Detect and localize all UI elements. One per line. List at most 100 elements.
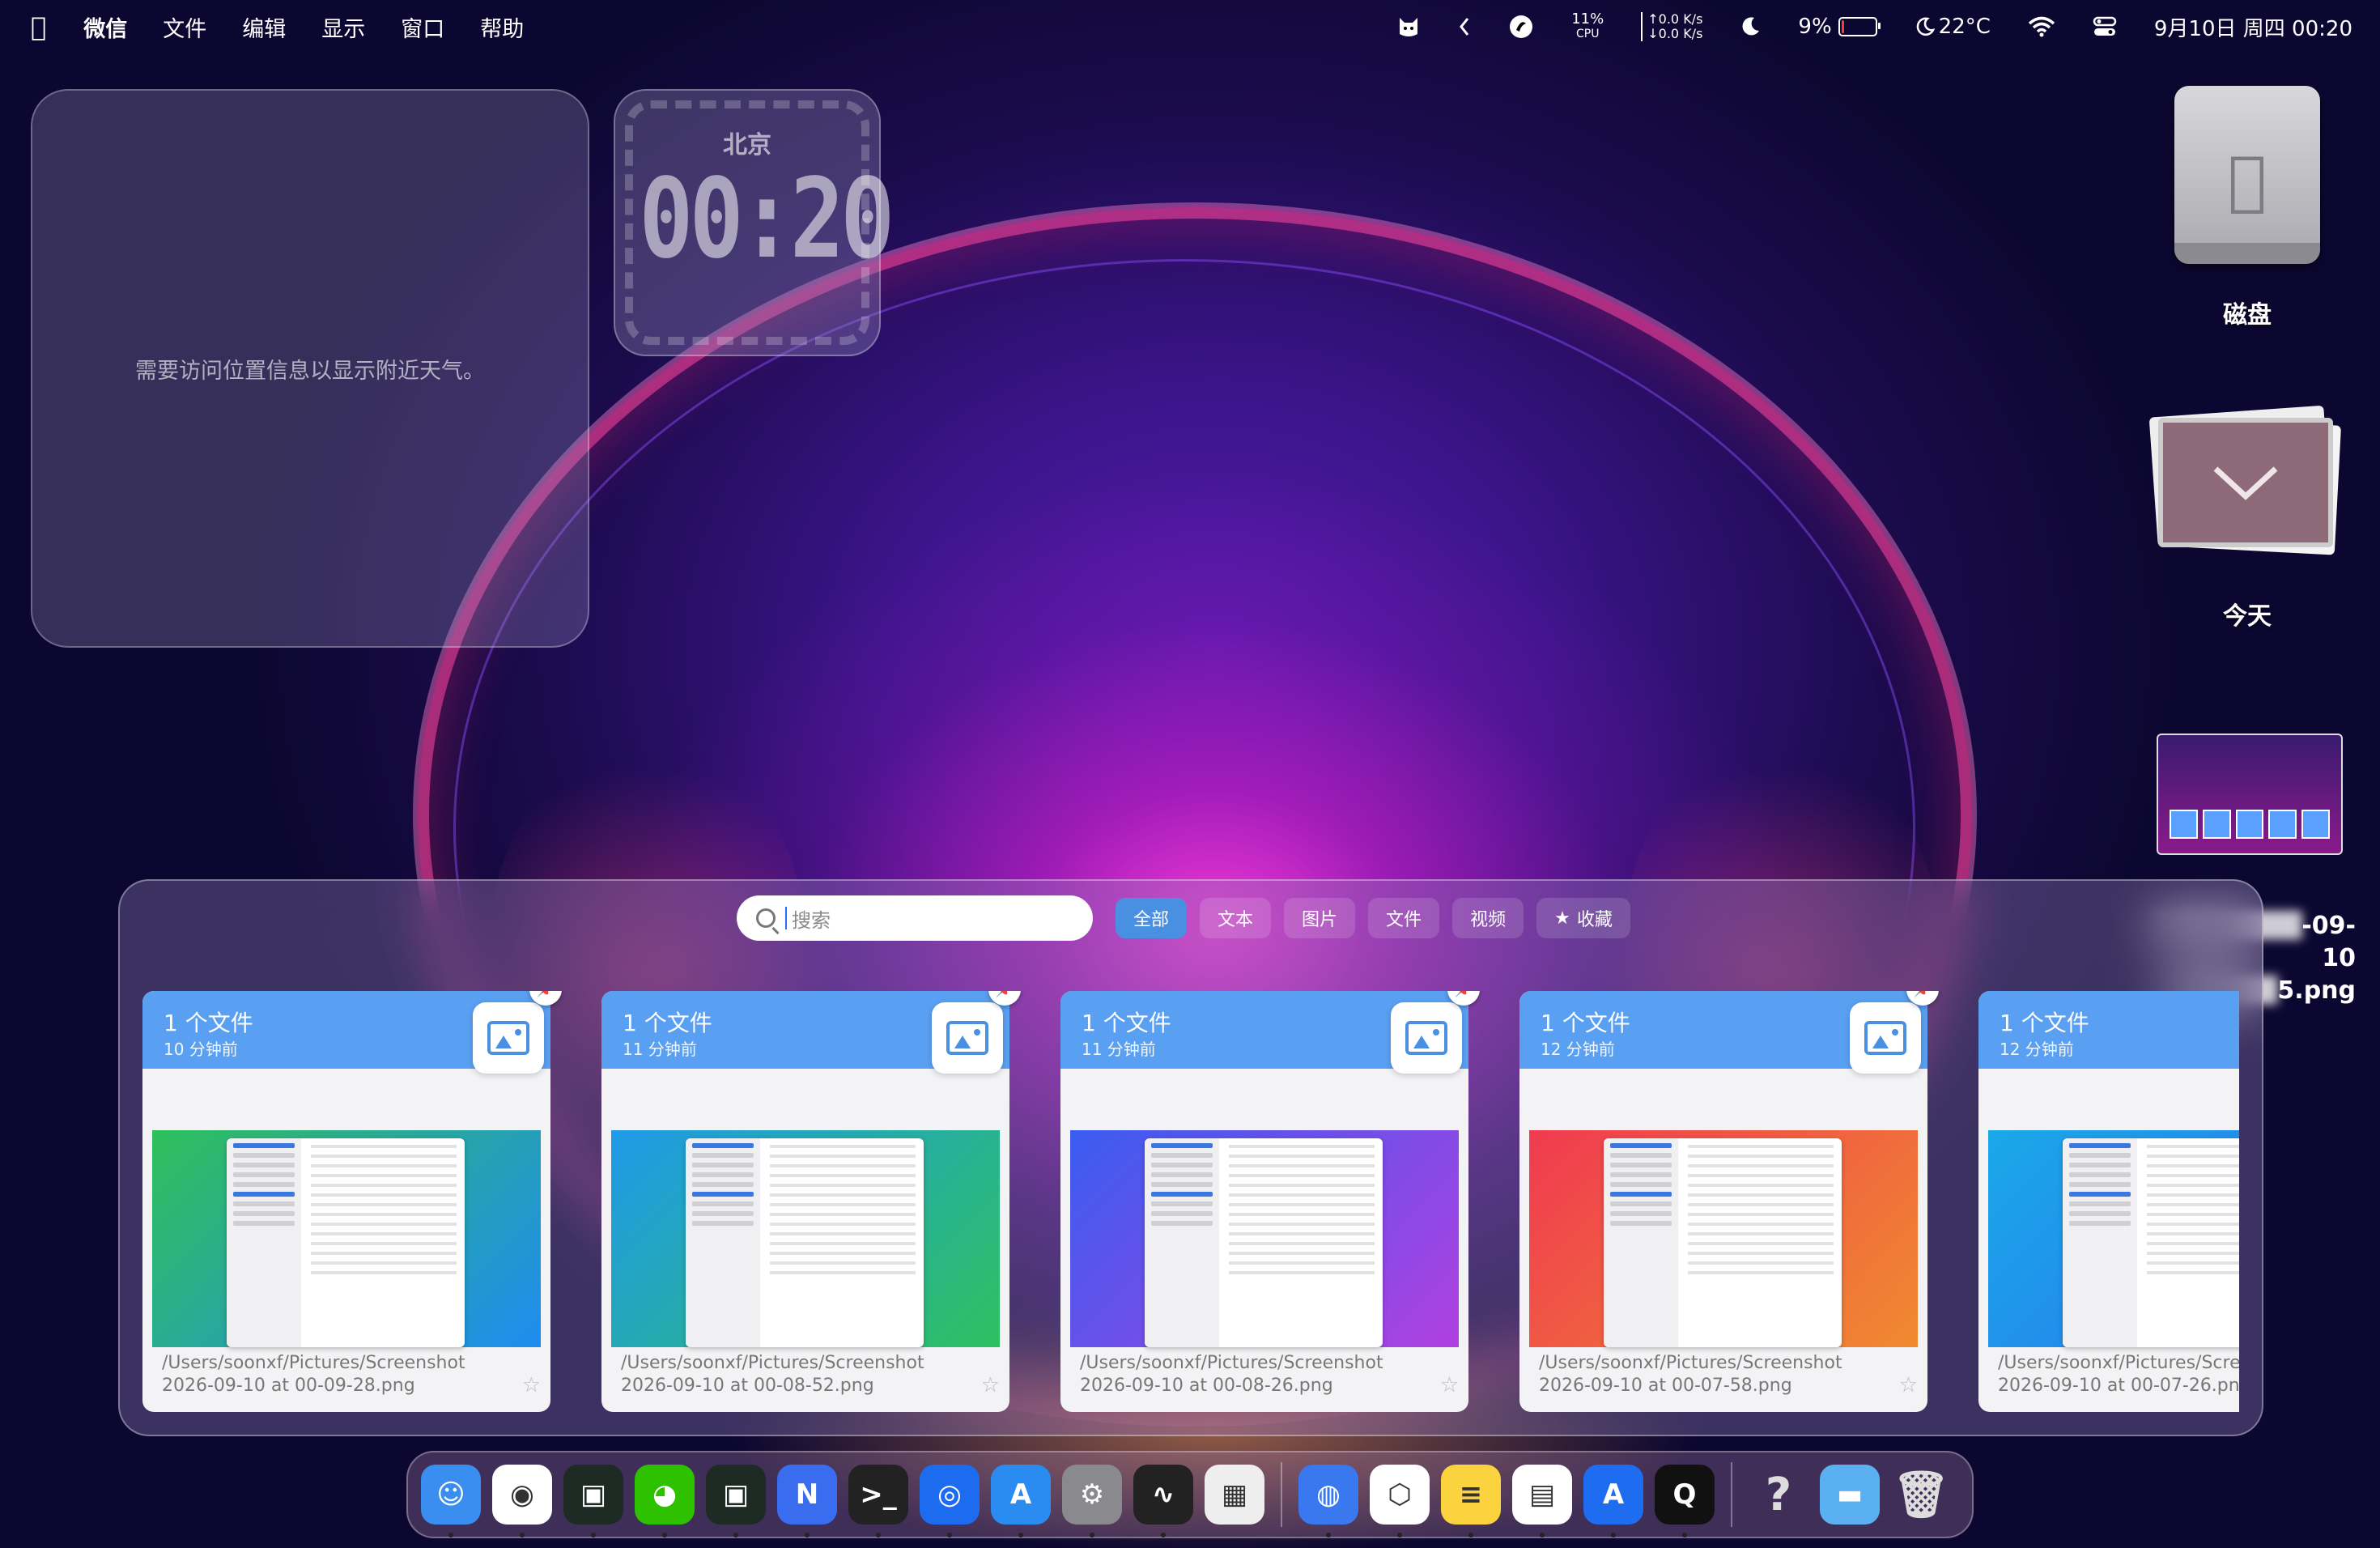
running-indicator (520, 1533, 525, 1537)
search-input[interactable]: 搜索 (737, 895, 1093, 941)
menu-edit[interactable]: 编辑 (242, 11, 286, 43)
screenshot-thumbnail (1988, 1130, 2239, 1347)
dock: ☺ ◉ ▣ ◕ ▣ N >_ ◎ A ⚙ ∿ ▦ ◍ ⬡ ≡ ▤ A Q? ▬ 🗑 (406, 1451, 1974, 1538)
battery-status[interactable]: 9% (1798, 15, 1881, 39)
card-time: 12 分钟前 (2000, 1040, 2074, 1059)
terminal-app-icon[interactable]: ▣ (563, 1465, 623, 1537)
favorite-star-icon[interactable]: ☆ (522, 1373, 541, 1397)
desktop-stack-today[interactable]: 今天 (2148, 405, 2342, 632)
finder-icon[interactable]: ☺ (421, 1465, 481, 1537)
running-indicator (1468, 1533, 1473, 1537)
menu-bar:  微信 文件 编辑 显示 窗口 帮助 11% CPU ↑0.0 K/s ↓0.… (0, 0, 2380, 53)
filter-chip[interactable]: 图片 (1284, 898, 1356, 938)
help-icon[interactable]: ? (1749, 1465, 1808, 1525)
card-title: 1 个文件 (1541, 1010, 1630, 1036)
launchpad-icon[interactable]: ▦ (1205, 1465, 1264, 1525)
weather-status[interactable]: 22°C (1915, 15, 1991, 39)
hexagon-app-icon[interactable]: ⬡ (1370, 1465, 1430, 1537)
screenshot-thumbnail (611, 1130, 1000, 1347)
terminal-icon[interactable]: >_ (848, 1465, 908, 1537)
running-indicator (947, 1533, 952, 1537)
weather-widget[interactable]: 需要访问位置信息以显示附近天气。 (31, 89, 589, 648)
folder-icon[interactable]: ▬ (1820, 1465, 1880, 1525)
running-indicator (805, 1533, 810, 1537)
clipboard-item-card[interactable]: 1 个文件 12 分钟前 /Users/soonxf/Pictures/Scre… (1978, 991, 2239, 1412)
app-menu[interactable]: 微信 (83, 11, 127, 43)
filter-chip-label: 文件 (1386, 910, 1422, 930)
running-indicator (591, 1533, 596, 1537)
favorite-star-icon[interactable]: ☆ (1440, 1373, 1459, 1397)
running-indicator (1611, 1533, 1616, 1537)
disk-utility-icon[interactable]: ◍ (1298, 1465, 1358, 1537)
flow-status-icon[interactable] (1508, 14, 1534, 40)
wechat-icon[interactable]: ◕ (635, 1465, 695, 1537)
menu-help[interactable]: 帮助 (480, 11, 524, 43)
network-meter[interactable]: ↑0.0 K/s ↓0.0 K/s (1641, 12, 1702, 41)
activity-monitor-icon[interactable]: ∿ (1133, 1465, 1193, 1537)
n-app-icon[interactable]: N (777, 1465, 837, 1537)
filter-chip-label: 全部 (1133, 910, 1170, 930)
filter-chip[interactable]: 文件 (1368, 898, 1440, 938)
weather-widget-message: 需要访问位置信息以显示附近天气。 (135, 358, 485, 384)
cpu-percent: 11% (1571, 11, 1604, 28)
trash-icon[interactable]: 🗑 (1891, 1465, 1951, 1525)
q-app-icon[interactable]: Q (1655, 1465, 1715, 1537)
desktop-disk[interactable]:  磁盘 (2174, 86, 2320, 330)
calendar-grid-icon[interactable]: ▤ (1512, 1465, 1572, 1537)
card-title: 1 个文件 (623, 1010, 712, 1036)
clipboard-item-card[interactable]: 1 个文件 11 分钟前 /Users/soonxf/Pictures/Scre… (601, 991, 1021, 1412)
card-time: 11 分钟前 (623, 1040, 697, 1059)
net-up-value: 0.0 K/s (1658, 11, 1703, 27)
clipboard-toolbar: 搜索 全部 文本 图片 文件 视频 ★ 收藏 (737, 895, 1630, 941)
menu-view[interactable]: 显示 (321, 11, 365, 43)
weather-temp: 22°C (1938, 15, 1991, 39)
filter-chip[interactable]: 视频 (1452, 898, 1524, 938)
control-center-icon[interactable] (2093, 15, 2117, 38)
running-indicator (1682, 1533, 1687, 1537)
apple-logo-icon:  (2228, 142, 2267, 218)
system-settings-icon[interactable]: ⚙ (1062, 1465, 1122, 1537)
chrome-icon[interactable]: ◉ (492, 1465, 552, 1537)
filter-chip[interactable]: 全部 (1116, 898, 1188, 938)
chevron-left-icon[interactable] (1458, 16, 1471, 37)
moon-icon[interactable] (1740, 16, 1761, 37)
clipboard-item-card[interactable]: 1 个文件 12 分钟前 /Users/soonxf/Pictures/Scre… (1519, 991, 1939, 1412)
running-indicator (1326, 1533, 1331, 1537)
running-indicator (448, 1533, 453, 1537)
clock-widget[interactable]: 北京 00:20 (614, 89, 895, 356)
filter-chip[interactable]: ★ 收藏 (1536, 898, 1630, 938)
running-indicator (876, 1533, 881, 1537)
clipboard-item-card[interactable]: 1 个文件 11 分钟前 /Users/soonxf/Pictures/Scre… (1060, 991, 1480, 1412)
stack-icon (2148, 405, 2342, 567)
menu-clock[interactable]: 9月10日 周四 00:20 (2154, 12, 2352, 42)
card-file-path: /Users/soonxf/Pictures/Screenshot 2026-0… (621, 1353, 924, 1396)
screenshot-file-icon[interactable] (2157, 734, 2343, 855)
clipboard-item-card[interactable]: 1 个文件 10 分钟前 /Users/soonxf/Pictures/Scre… (142, 991, 562, 1412)
location-app-icon[interactable]: ◎ (920, 1465, 980, 1537)
wifi-icon[interactable] (2028, 16, 2055, 37)
card-file-path: /Users/soonxf/Pictures/Screenshot 2026-0… (1539, 1353, 1842, 1396)
apple-menu-icon[interactable]:  (31, 11, 46, 42)
filter-chip-label: 文本 (1218, 910, 1254, 930)
card-header: 1 个文件 12 分钟前 (1978, 991, 2239, 1069)
battery-icon (1838, 17, 1881, 36)
filter-chip-label: 图片 (1302, 910, 1338, 930)
screenshot-thumbnail (1070, 1130, 1459, 1347)
favorite-star-icon[interactable]: ☆ (1899, 1373, 1918, 1397)
notes-icon[interactable]: ≡ (1441, 1465, 1501, 1537)
cpu-label: CPU (1576, 28, 1600, 40)
cat-status-icon[interactable] (1396, 15, 1421, 39)
menu-file[interactable]: 文件 (163, 11, 206, 43)
terminal-app2-icon[interactable]: ▣ (706, 1465, 766, 1537)
favorite-star-icon[interactable]: ☆ (981, 1373, 1000, 1397)
search-icon (756, 908, 776, 928)
filter-chip[interactable]: 文本 (1200, 898, 1272, 938)
app-store-icon[interactable]: A (991, 1465, 1051, 1537)
hard-disk-icon:  (2174, 86, 2320, 264)
screenshot-thumbnail (152, 1130, 541, 1347)
menu-window[interactable]: 窗口 (401, 11, 444, 43)
xcode-icon[interactable]: A (1583, 1465, 1643, 1537)
running-indicator (733, 1533, 738, 1537)
cpu-meter[interactable]: 11% CPU (1571, 12, 1604, 41)
card-title: 1 个文件 (1082, 1010, 1171, 1036)
